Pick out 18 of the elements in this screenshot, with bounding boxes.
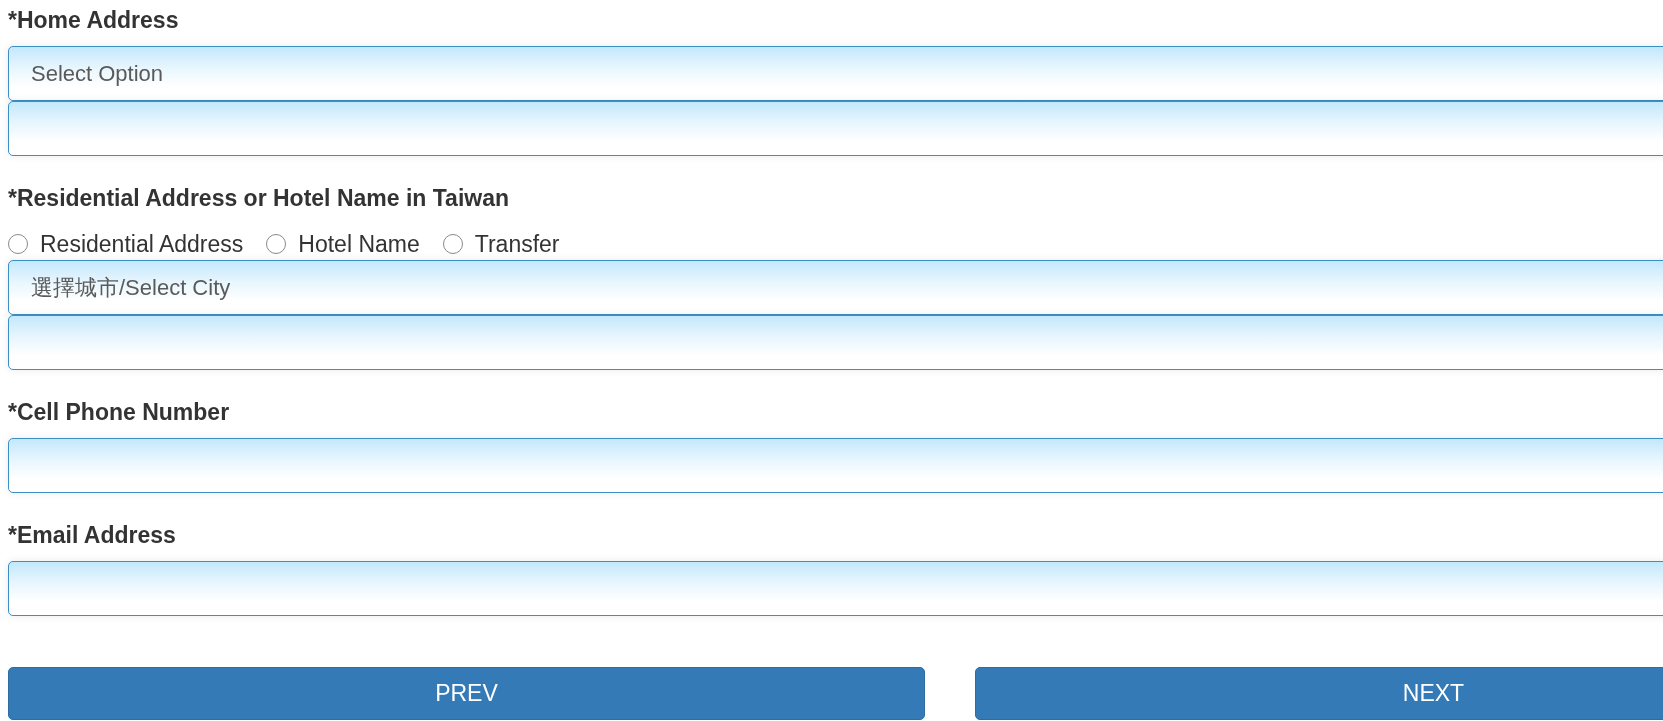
input-field[interactable]: [8, 438, 1663, 493]
nav-button[interactable]: PREV: [8, 667, 925, 720]
radio-button[interactable]: [442, 234, 463, 254]
nav-button[interactable]: NEXT: [975, 667, 1663, 720]
input-field[interactable]: [8, 101, 1663, 156]
input-field[interactable]: [8, 561, 1663, 616]
field-label: *Email Address: [8, 522, 176, 548]
radio-button[interactable]: [8, 234, 28, 254]
radio-label[interactable]: Residential Address: [40, 231, 244, 257]
field-label: *Residential Address or Hotel Name in Taiwan: [8, 185, 509, 211]
field-label: *Home Address: [8, 7, 179, 33]
field-label: *Cell Phone Number: [8, 399, 230, 425]
dropdown-field[interactable]: 選擇城市/Select City: [8, 260, 1663, 315]
radio-button[interactable]: [266, 234, 287, 254]
input-field[interactable]: [8, 315, 1663, 370]
dropdown-field[interactable]: Select Option: [8, 46, 1663, 101]
radio-label[interactable]: Hotel Name: [298, 231, 420, 257]
radio-label[interactable]: Transfer: [474, 231, 560, 257]
